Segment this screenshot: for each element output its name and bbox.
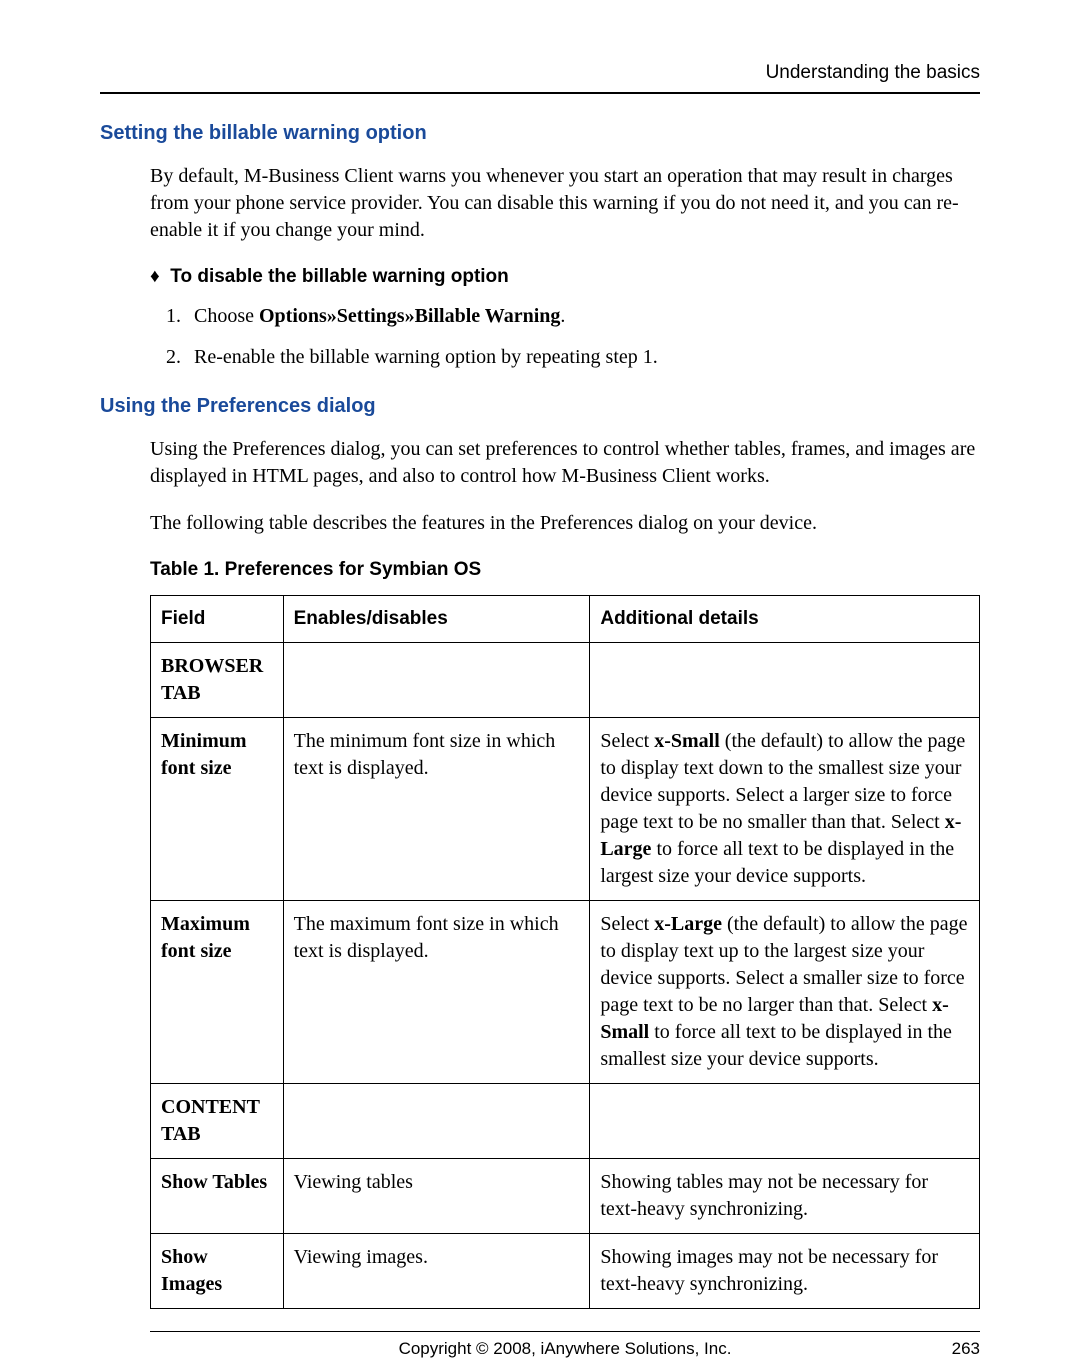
table-caption: Table 1. Preferences for Symbian OS [150, 557, 980, 583]
cell-details: Showing images may not be necessary for … [590, 1233, 980, 1308]
cell-field: Show Images [151, 1233, 284, 1308]
cell-enables [283, 642, 590, 717]
preferences-table: Field Enables/disables Additional detail… [150, 595, 980, 1309]
table-row: Show Images Viewing images. Showing imag… [151, 1233, 980, 1308]
cell-field: BROWSER TAB [151, 642, 284, 717]
cell-details: Select x-Small (the default) to allow th… [590, 717, 980, 900]
running-header: Understanding the basics [100, 60, 980, 86]
intro-paragraph: By default, M-Business Client warns you … [150, 163, 980, 244]
procedure-steps: Choose Options»Settings»Billable Warning… [150, 303, 980, 371]
details-bold: x-Large [654, 913, 722, 935]
cell-details: Select x-Large (the default) to allow th… [590, 900, 980, 1083]
header-field: Field [151, 595, 284, 642]
footer-copyright: Copyright © 2008, iAnywhere Solutions, I… [240, 1338, 890, 1361]
details-text: to force all text to be displayed in the… [600, 838, 954, 887]
cell-details [590, 1083, 980, 1158]
cell-enables: Viewing images. [283, 1233, 590, 1308]
details-text: Select [600, 913, 654, 935]
cell-enables: Viewing tables [283, 1158, 590, 1233]
details-bold: x-Small [654, 730, 720, 752]
procedure-heading: To disable the billable warning option [150, 264, 980, 290]
table-row: Show Tables Viewing tables Showing table… [151, 1158, 980, 1233]
header-rule [100, 92, 980, 94]
table-header-row: Field Enables/disables Additional detail… [151, 595, 980, 642]
section-heading-preferences: Using the Preferences dialog [100, 393, 980, 420]
table-row: Minimum font size The minimum font size … [151, 717, 980, 900]
table-row: BROWSER TAB [151, 642, 980, 717]
header-enables: Enables/disables [283, 595, 590, 642]
header-details: Additional details [590, 595, 980, 642]
details-text: Select [600, 730, 654, 752]
cell-field: Show Tables [151, 1158, 284, 1233]
page-footer: Copyright © 2008, iAnywhere Solutions, I… [150, 1338, 980, 1361]
table-row: CONTENT TAB [151, 1083, 980, 1158]
footer-page-number: 263 [890, 1338, 980, 1361]
procedure-heading-list: To disable the billable warning option [150, 264, 980, 290]
cell-enables: The minimum font size in which text is d… [283, 717, 590, 900]
step-1: Choose Options»Settings»Billable Warning… [186, 303, 980, 330]
cell-details: Showing tables may not be necessary for … [590, 1158, 980, 1233]
cell-field: CONTENT TAB [151, 1083, 284, 1158]
section-heading-billable: Setting the billable warning option [100, 120, 980, 147]
step-1-option-path: Options»Settings»Billable Warning [259, 305, 560, 327]
footer-spacer [150, 1338, 240, 1361]
cell-enables [283, 1083, 590, 1158]
prefs-paragraph-1: Using the Preferences dialog, you can se… [150, 436, 980, 490]
details-text: to force all text to be displayed in the… [600, 1021, 952, 1070]
cell-field: Maximum font size [151, 900, 284, 1083]
step-2: Re-enable the billable warning option by… [186, 344, 980, 371]
table-row: Maximum font size The maximum font size … [151, 900, 980, 1083]
cell-details [590, 642, 980, 717]
prefs-paragraph-2: The following table describes the featur… [150, 510, 980, 537]
step-1-pre: Choose [194, 305, 259, 327]
footer-rule [150, 1331, 980, 1332]
cell-enables: The maximum font size in which text is d… [283, 900, 590, 1083]
cell-field: Minimum font size [151, 717, 284, 900]
step-1-post: . [560, 305, 565, 327]
